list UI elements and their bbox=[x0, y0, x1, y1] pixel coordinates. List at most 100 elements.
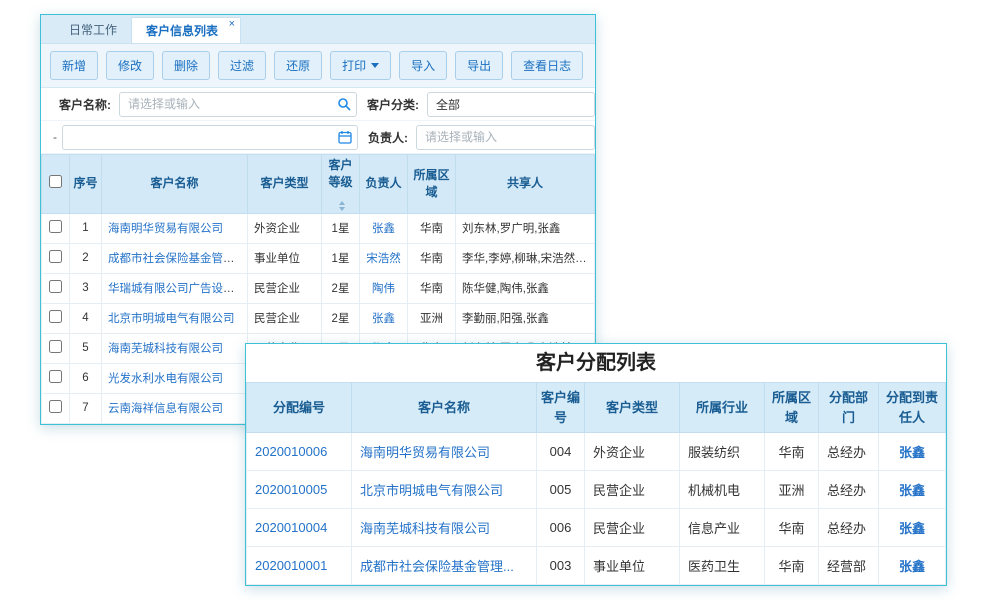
column-header-type: 客户类型 bbox=[248, 155, 322, 214]
customer-name-link[interactable]: 海南芜城科技有限公司 bbox=[108, 343, 223, 355]
allocation-dept: 总经办 bbox=[819, 509, 879, 547]
allocation-list-title: 客户分配列表 bbox=[246, 344, 946, 382]
row-no: 1 bbox=[70, 213, 102, 243]
customer-type: 民营企业 bbox=[248, 273, 322, 303]
row-checkbox[interactable] bbox=[49, 370, 62, 383]
assignee-link[interactable]: 张鑫 bbox=[899, 445, 925, 460]
customer-name-link[interactable]: 光发水利水电有限公司 bbox=[108, 373, 223, 385]
region: 华南 bbox=[765, 433, 819, 471]
customer-table-header-row: 序号 客户名称 客户类型 客户等级 负责人 所属区域 共享人 bbox=[42, 155, 595, 214]
column-header-region: 所属区域 bbox=[765, 383, 819, 433]
customer-name-link[interactable]: 成都市社会保险基金管理... bbox=[108, 253, 244, 265]
date-range-separator: - bbox=[53, 130, 57, 144]
owner-link[interactable]: 陶伟 bbox=[372, 283, 395, 295]
customer-name-link[interactable]: 海南明华贸易有限公司 bbox=[108, 223, 223, 235]
tab-customer-info-list[interactable]: 客户信息列表 × bbox=[131, 17, 241, 43]
allocation-no-link[interactable]: 2020010006 bbox=[255, 444, 327, 459]
close-icon[interactable]: × bbox=[229, 19, 235, 30]
select-all-checkbox[interactable] bbox=[49, 175, 62, 188]
row-checkbox[interactable] bbox=[49, 280, 62, 293]
row-checkbox[interactable] bbox=[49, 250, 62, 263]
restore-button[interactable]: 还原 bbox=[274, 51, 322, 80]
shared-with: 李勤丽,阳强,张鑫 bbox=[456, 303, 595, 333]
toolbar: 新增 修改 删除 过滤 还原 打印 导入 导出 查看日志 bbox=[41, 44, 595, 88]
view-log-button[interactable]: 查看日志 bbox=[511, 51, 583, 80]
owner-link[interactable]: 宋浩然 bbox=[366, 253, 401, 265]
owner-link[interactable]: 张鑫 bbox=[372, 223, 395, 235]
table-row[interactable]: 2020010006 海南明华贸易有限公司 004 外资企业 服装纺织 华南 总… bbox=[247, 433, 946, 471]
owner-field bbox=[416, 125, 595, 150]
table-row[interactable]: 4 北京市明城电气有限公司 民营企业 2星 张鑫 亚洲 李勤丽,阳强,张鑫 bbox=[42, 303, 595, 333]
customer-level: 2星 bbox=[322, 303, 360, 333]
allocation-no-link[interactable]: 2020010004 bbox=[255, 520, 327, 535]
row-no: 3 bbox=[70, 273, 102, 303]
customer-type: 民营企业 bbox=[585, 471, 680, 509]
row-checkbox[interactable] bbox=[49, 400, 62, 413]
sort-icon[interactable] bbox=[339, 201, 345, 211]
customer-name-link[interactable]: 海南明华贸易有限公司 bbox=[360, 445, 490, 460]
delete-button[interactable]: 删除 bbox=[162, 51, 210, 80]
table-row[interactable]: 2020010004 海南芜城科技有限公司 006 民营企业 信息产业 华南 总… bbox=[247, 509, 946, 547]
column-header-no: 序号 bbox=[70, 155, 102, 214]
search-icon[interactable] bbox=[337, 97, 351, 111]
row-no: 5 bbox=[70, 333, 102, 363]
customer-name-link[interactable]: 海南芜城科技有限公司 bbox=[360, 521, 490, 536]
customer-name-link[interactable]: 北京市明城电气有限公司 bbox=[108, 313, 235, 325]
region: 华南 bbox=[408, 213, 456, 243]
customer-name-input[interactable] bbox=[119, 92, 357, 117]
table-row[interactable]: 1 海南明华贸易有限公司 外资企业 1星 张鑫 华南 刘东林,罗广明,张鑫 bbox=[42, 213, 595, 243]
date-input[interactable] bbox=[62, 125, 358, 150]
row-checkbox[interactable] bbox=[49, 340, 62, 353]
import-button[interactable]: 导入 bbox=[399, 51, 447, 80]
customer-name-link[interactable]: 成都市社会保险基金管理... bbox=[360, 559, 514, 574]
allocation-no-link[interactable]: 2020010001 bbox=[255, 558, 327, 573]
assignee-link[interactable]: 张鑫 bbox=[899, 521, 925, 536]
export-button[interactable]: 导出 bbox=[455, 51, 503, 80]
shared-with: 李华,李婷,柳琳,宋浩然,张鑫 bbox=[456, 243, 595, 273]
region: 华南 bbox=[765, 547, 819, 585]
industry: 医药卫生 bbox=[680, 547, 765, 585]
calendar-icon[interactable] bbox=[338, 130, 352, 144]
customer-category-input[interactable] bbox=[427, 92, 595, 117]
customer-name-link[interactable]: 云南海祥信息有限公司 bbox=[108, 403, 223, 415]
filter-row-2: - 负责人: bbox=[41, 121, 595, 154]
chevron-down-icon bbox=[371, 63, 379, 68]
customer-no: 005 bbox=[537, 471, 585, 509]
row-no: 6 bbox=[70, 363, 102, 393]
assignee-link[interactable]: 张鑫 bbox=[899, 559, 925, 574]
customer-type: 外资企业 bbox=[585, 433, 680, 471]
allocation-table: 分配编号 客户名称 客户编号 客户类型 所属行业 所属区域 分配部门 分配到责任… bbox=[246, 382, 946, 585]
industry: 机械机电 bbox=[680, 471, 765, 509]
customer-type: 外资企业 bbox=[248, 213, 322, 243]
tab-daily-work[interactable]: 日常工作 bbox=[55, 17, 131, 43]
region: 华南 bbox=[408, 243, 456, 273]
customer-level: 2星 bbox=[322, 273, 360, 303]
region: 亚洲 bbox=[408, 303, 456, 333]
column-header-level[interactable]: 客户等级 bbox=[322, 155, 360, 214]
print-button[interactable]: 打印 bbox=[330, 51, 391, 80]
owner-link[interactable]: 张鑫 bbox=[372, 313, 395, 325]
owner-input[interactable] bbox=[416, 125, 595, 150]
row-checkbox[interactable] bbox=[49, 220, 62, 233]
row-no: 2 bbox=[70, 243, 102, 273]
column-header-cust-no: 客户编号 bbox=[537, 383, 585, 433]
edit-button[interactable]: 修改 bbox=[106, 51, 154, 80]
table-row[interactable]: 2 成都市社会保险基金管理... 事业单位 1星 宋浩然 华南 李华,李婷,柳琳… bbox=[42, 243, 595, 273]
allocation-no-link[interactable]: 2020010005 bbox=[255, 482, 327, 497]
customer-type: 民营企业 bbox=[248, 303, 322, 333]
customer-name-link[interactable]: 北京市明城电气有限公司 bbox=[360, 483, 503, 498]
row-checkbox[interactable] bbox=[49, 310, 62, 323]
table-row[interactable]: 2020010001 成都市社会保险基金管理... 003 事业单位 医药卫生 … bbox=[247, 547, 946, 585]
column-header-assignee: 分配到责任人 bbox=[879, 383, 946, 433]
add-button[interactable]: 新增 bbox=[50, 51, 98, 80]
date-field bbox=[62, 125, 358, 150]
assignee-link[interactable]: 张鑫 bbox=[899, 483, 925, 498]
column-header-dept: 分配部门 bbox=[819, 383, 879, 433]
filter-button[interactable]: 过滤 bbox=[218, 51, 266, 80]
customer-type: 事业单位 bbox=[585, 547, 680, 585]
customer-name-link[interactable]: 华瑞城有限公司广告设计部 bbox=[108, 283, 246, 295]
table-row[interactable]: 2020010005 北京市明城电气有限公司 005 民营企业 机械机电 亚洲 … bbox=[247, 471, 946, 509]
customer-no: 004 bbox=[537, 433, 585, 471]
customer-no: 003 bbox=[537, 547, 585, 585]
table-row[interactable]: 3 华瑞城有限公司广告设计部 民营企业 2星 陶伟 华南 陈华健,陶伟,张鑫 bbox=[42, 273, 595, 303]
